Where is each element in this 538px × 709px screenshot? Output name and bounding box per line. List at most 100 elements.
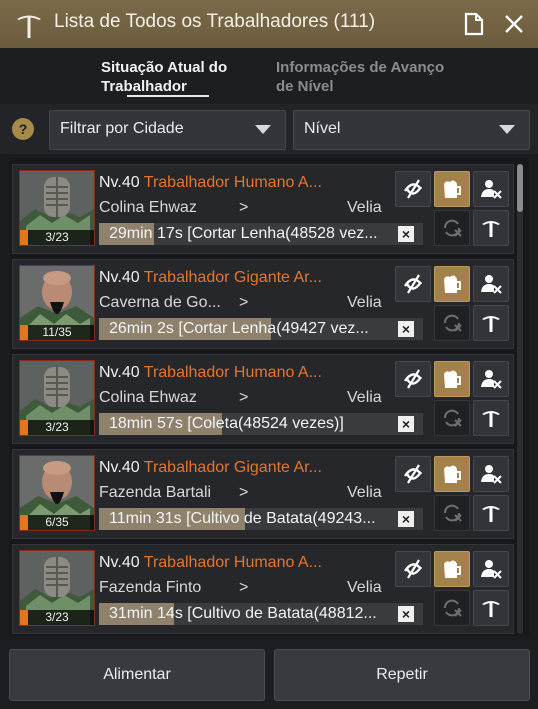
repeat-button[interactable]: Repetir	[274, 649, 530, 701]
stamina-marker	[20, 230, 28, 245]
tab-current-status[interactable]: Situação Atual do Trabalhador	[101, 58, 227, 96]
worker-stamina-count: 11/35	[20, 325, 94, 340]
promote-icon[interactable]	[473, 305, 509, 341]
worker-card[interactable]: 3/23 Nv.40 Trabalhador Humano A... Colina …	[12, 164, 514, 254]
tab-level-info-line1: Informações de Avanço	[276, 59, 445, 76]
city-filter-select[interactable]: Filtrar por Cidade	[49, 110, 286, 150]
no-upgrade-icon[interactable]	[395, 456, 431, 492]
city-filter-label: Filtrar por Cidade	[60, 120, 184, 137]
stamina-marker	[20, 515, 28, 530]
no-upgrade-icon[interactable]	[395, 551, 431, 587]
title-bar: Lista de Todos os Trabalhadores (111)	[0, 0, 538, 49]
worker-destination: Velia	[347, 389, 382, 406]
feed-button[interactable]: Alimentar	[9, 649, 265, 701]
cancel-task-icon[interactable]: ×	[398, 321, 414, 337]
task-progress-bar: 29min 17s [Cortar Lenha(48528 vez... ×	[99, 223, 423, 245]
fire-worker-icon[interactable]	[473, 456, 509, 492]
close-icon[interactable]	[502, 12, 526, 36]
worker-portrait: 3/23	[19, 550, 95, 626]
worker-location: Caverna de Go...	[99, 294, 221, 311]
worker-destination: Velia	[347, 294, 382, 311]
level-filter-select[interactable]: Nível	[293, 110, 530, 150]
cancel-task-icon[interactable]: ×	[398, 606, 414, 622]
worker-level: Nv.40	[99, 554, 144, 571]
promote-icon[interactable]	[473, 400, 509, 436]
promote-icon[interactable]	[473, 495, 509, 531]
cancel-task-icon[interactable]: ×	[398, 511, 414, 527]
worker-portrait: 6/35	[19, 455, 95, 531]
promote-icon[interactable]	[473, 210, 509, 246]
beer-mug-icon[interactable]	[434, 266, 470, 302]
beer-mug-icon[interactable]	[434, 361, 470, 397]
chevron-down-icon	[499, 125, 515, 134]
worker-name: Trabalhador Gigante Ar...	[143, 269, 322, 286]
help-icon[interactable]: ?	[12, 118, 34, 140]
reset-icon[interactable]	[434, 590, 470, 626]
no-upgrade-icon[interactable]	[395, 266, 431, 302]
worker-route: Colina Ehwaz > Velia	[99, 389, 382, 407]
worker-destination: Velia	[347, 579, 382, 596]
worker-route: Fazenda Bartali > Velia	[99, 484, 382, 502]
worker-portrait: 11/35	[19, 265, 95, 341]
worker-stamina-count: 6/35	[20, 515, 94, 530]
beer-mug-icon[interactable]	[434, 456, 470, 492]
worker-card[interactable]: 11/35 Nv.40 Trabalhador Gigante Ar... Cave…	[12, 259, 514, 349]
worker-location: Colina Ehwaz	[99, 199, 197, 216]
worker-level: Nv.40	[99, 174, 144, 191]
task-progress-bar: 31min 14s [Cultivo de Batata(48812... ×	[99, 603, 423, 625]
worker-title-line: Nv.40 Trabalhador Gigante Ar...	[99, 269, 322, 287]
worker-destination: Velia	[347, 199, 382, 216]
reset-icon[interactable]	[434, 400, 470, 436]
worker-level: Nv.40	[99, 364, 144, 381]
worker-title-line: Nv.40 Trabalhador Humano A...	[99, 554, 322, 572]
worker-level: Nv.40	[99, 459, 144, 476]
worker-route: Caverna de Go... > Velia	[99, 294, 382, 312]
task-text: 26min 2s [Cortar Lenha(49427 vez...	[109, 320, 369, 337]
fire-worker-icon[interactable]	[473, 361, 509, 397]
worker-card[interactable]: 3/23 Nv.40 Trabalhador Humano A... Colina …	[12, 354, 514, 444]
no-upgrade-icon[interactable]	[395, 361, 431, 397]
cancel-task-icon[interactable]: ×	[398, 416, 414, 432]
cancel-task-icon[interactable]: ×	[398, 226, 414, 242]
worker-portrait: 3/23	[19, 360, 95, 436]
scrollbar-track[interactable]	[517, 164, 523, 634]
route-arrow: >	[239, 294, 249, 311]
beer-mug-icon[interactable]	[434, 551, 470, 587]
tab-level-info[interactable]: Informações de Avanço de Nível	[276, 58, 444, 96]
fire-worker-icon[interactable]	[473, 551, 509, 587]
chevron-down-icon	[255, 125, 271, 134]
worker-card[interactable]: 6/35 Nv.40 Trabalhador Gigante Ar... Fazen…	[12, 449, 514, 539]
document-icon[interactable]	[463, 12, 485, 36]
worker-stamina-count: 3/23	[20, 420, 94, 435]
no-upgrade-icon[interactable]	[395, 171, 431, 207]
worker-name: Trabalhador Gigante Ar...	[143, 459, 322, 476]
beer-mug-icon[interactable]	[434, 171, 470, 207]
reset-icon[interactable]	[434, 210, 470, 246]
worker-destination: Velia	[347, 484, 382, 501]
stamina-marker	[20, 325, 28, 340]
worker-stamina-count: 3/23	[20, 610, 94, 625]
worker-location: Fazenda Finto	[99, 579, 202, 596]
pickaxe-worker-icon	[17, 15, 41, 38]
fire-worker-icon[interactable]	[473, 171, 509, 207]
worker-name: Trabalhador Humano A...	[143, 174, 322, 191]
worker-portrait: 3/23	[19, 170, 95, 246]
worker-title-line: Nv.40 Trabalhador Humano A...	[99, 364, 322, 382]
reset-icon[interactable]	[434, 305, 470, 341]
worker-card[interactable]: 3/23 Nv.40 Trabalhador Humano A... Fazenda…	[12, 544, 514, 634]
fire-worker-icon[interactable]	[473, 266, 509, 302]
promote-icon[interactable]	[473, 590, 509, 626]
worker-title-line: Nv.40 Trabalhador Gigante Ar...	[99, 459, 322, 477]
stamina-marker	[20, 610, 28, 625]
worker-name: Trabalhador Humano A...	[143, 364, 322, 381]
route-arrow: >	[239, 199, 249, 216]
task-text: 29min 17s [Cortar Lenha(48528 vez...	[109, 225, 378, 242]
scrollbar-thumb[interactable]	[517, 164, 523, 212]
worker-title-line: Nv.40 Trabalhador Humano A...	[99, 174, 322, 192]
worker-stamina-count: 3/23	[20, 230, 94, 245]
worker-level: Nv.40	[99, 269, 144, 286]
reset-icon[interactable]	[434, 495, 470, 531]
tab-level-info-line2: de Nível	[276, 78, 334, 95]
task-progress-bar: 26min 2s [Cortar Lenha(49427 vez... ×	[99, 318, 423, 340]
route-arrow: >	[239, 389, 249, 406]
